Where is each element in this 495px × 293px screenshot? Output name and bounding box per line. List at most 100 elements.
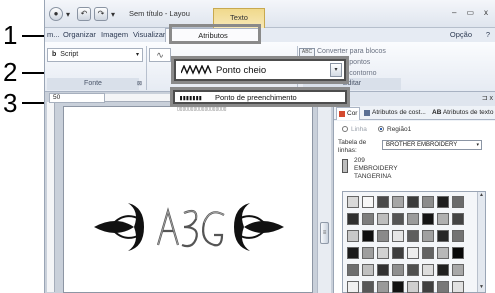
palette-color-swatch[interactable] <box>362 196 374 208</box>
palette-color-swatch[interactable] <box>377 196 389 208</box>
palette-color-swatch[interactable] <box>392 196 404 208</box>
close-icon[interactable]: x <box>484 8 488 17</box>
font-name: Script <box>60 51 79 58</box>
tab-text-attributes[interactable]: AB Atributos de texto <box>430 107 495 120</box>
tab-image[interactable]: Imagem <box>101 30 128 39</box>
palette-color-swatch[interactable] <box>362 264 374 276</box>
palette-color-swatch[interactable] <box>392 281 404 293</box>
current-color-info: 209 EMBROIDERY TANGERINA <box>354 157 398 181</box>
palette-color-swatch[interactable] <box>392 247 404 259</box>
chevron-down-icon[interactable]: ▾ <box>66 10 74 19</box>
palette-color-swatch[interactable] <box>437 230 449 242</box>
palette-color-swatch[interactable] <box>437 213 449 225</box>
chevron-down-icon: ▾ <box>476 142 479 148</box>
palette-color-swatch[interactable] <box>452 264 464 276</box>
line-stitch-icon[interactable]: ∿ <box>149 48 171 62</box>
palette-color-swatch[interactable] <box>452 247 464 259</box>
palette-color-swatch[interactable] <box>437 247 449 259</box>
thread-table-value: BROTHER EMBROIDERY <box>386 142 458 148</box>
palette-color-swatch[interactable] <box>452 230 464 242</box>
monogram-design[interactable] <box>64 107 314 293</box>
panel-pin-close-icon[interactable]: ⊐ x <box>482 94 493 102</box>
palette-color-swatch[interactable] <box>362 213 374 225</box>
redo-icon[interactable]: ↷ <box>94 7 108 21</box>
thread-table-select[interactable]: BROTHER EMBROIDERY ▾ <box>382 140 482 150</box>
palette-color-swatch[interactable] <box>452 213 464 225</box>
tab-stitch-attributes[interactable]: Atributos de cost... <box>362 107 428 120</box>
current-color-swatch <box>342 159 348 173</box>
palette-scrollbar[interactable]: ▲ ▼ <box>477 192 485 292</box>
scroll-down-icon[interactable]: ▼ <box>478 284 485 292</box>
palette-color-swatch[interactable] <box>422 247 434 259</box>
callout-1-number: 1 <box>3 20 18 50</box>
text-attributes-icon: AB <box>432 109 442 116</box>
palette-color-swatch[interactable] <box>347 230 359 242</box>
palette-color-swatch[interactable] <box>452 281 464 293</box>
palette-color-swatch[interactable] <box>347 196 359 208</box>
palette-color-swatch[interactable] <box>437 196 449 208</box>
font-group-launcher-icon[interactable]: ⊠ <box>137 80 142 87</box>
palette-color-swatch[interactable] <box>407 264 419 276</box>
palette-color-swatch[interactable] <box>377 230 389 242</box>
palette-color-swatch[interactable] <box>377 247 389 259</box>
tab-partial[interactable]: m... <box>47 30 60 39</box>
callout-3-number: 3 <box>3 88 18 118</box>
palette-color-swatch[interactable] <box>377 264 389 276</box>
callout-2-number: 2 <box>3 57 18 87</box>
palette-color-swatch[interactable] <box>422 230 434 242</box>
window-title: Sem título - Layou <box>129 9 190 18</box>
app-menu-button[interactable]: ● <box>49 7 63 21</box>
size-field[interactable]: 50 <box>49 93 105 103</box>
undo-icon[interactable]: ↶ <box>77 7 91 21</box>
scrollbar-thumb[interactable]: ≡ <box>320 222 329 244</box>
palette-color-swatch[interactable] <box>437 264 449 276</box>
palette-color-swatch[interactable] <box>407 213 419 225</box>
palette-color-swatch[interactable] <box>422 264 434 276</box>
radio-line-label: Linha <box>351 126 367 133</box>
palette-color-swatch[interactable] <box>452 196 464 208</box>
palette-color-swatch[interactable] <box>347 247 359 259</box>
scroll-up-icon[interactable]: ▲ <box>478 192 485 200</box>
font-selector[interactable]: b Script ▾ <box>47 48 143 62</box>
palette-color-swatch[interactable] <box>407 247 419 259</box>
radio-region-label: Região1 <box>387 126 412 133</box>
palette-color-swatch[interactable] <box>422 196 434 208</box>
font-type-icon: b <box>52 51 57 58</box>
palette-color-swatch[interactable] <box>362 281 374 293</box>
palette-color-swatch[interactable] <box>407 230 419 242</box>
option-menu[interactable]: Opção <box>450 30 472 39</box>
window-controls: – ▭ x <box>452 8 488 17</box>
design-page <box>63 106 313 293</box>
design-area: 50 ≡ <box>45 92 333 293</box>
palette-color-swatch[interactable] <box>407 281 419 293</box>
tab-view[interactable]: Visualizar <box>133 30 165 39</box>
callout-2-frame <box>171 56 349 84</box>
palette-color-swatch[interactable] <box>347 264 359 276</box>
tab-organize[interactable]: Organizar <box>63 30 96 39</box>
panel-tabs: Cor Atributos de cost... AB Atributos de… <box>334 106 495 120</box>
palette-color-swatch[interactable] <box>392 213 404 225</box>
palette-color-swatch[interactable] <box>422 281 434 293</box>
palette-color-swatch[interactable] <box>362 247 374 259</box>
palette-color-swatch[interactable] <box>437 281 449 293</box>
radio-line[interactable]: Linha <box>342 126 367 133</box>
palette-color-swatch[interactable] <box>407 196 419 208</box>
palette-color-swatch[interactable] <box>377 213 389 225</box>
stitch-tab-icon <box>364 110 370 116</box>
vertical-scrollbar[interactable]: ≡ <box>317 102 331 293</box>
palette-color-swatch[interactable] <box>392 230 404 242</box>
color-palette: ▲ ▼ <box>342 191 486 293</box>
help-icon[interactable]: ? <box>486 30 490 39</box>
palette-color-swatch[interactable] <box>347 213 359 225</box>
vertical-ruler <box>47 102 55 292</box>
palette-color-swatch[interactable] <box>422 213 434 225</box>
customize-toolbar-icon[interactable]: ▾ <box>111 10 119 19</box>
palette-color-swatch[interactable] <box>362 230 374 242</box>
maximize-icon[interactable]: ▭ <box>466 8 474 17</box>
palette-color-swatch[interactable] <box>377 281 389 293</box>
radio-region[interactable]: Região1 <box>378 126 411 133</box>
minimize-icon[interactable]: – <box>452 8 456 17</box>
group-divider <box>146 46 147 90</box>
palette-color-swatch[interactable] <box>392 264 404 276</box>
palette-color-swatch[interactable] <box>347 281 359 293</box>
